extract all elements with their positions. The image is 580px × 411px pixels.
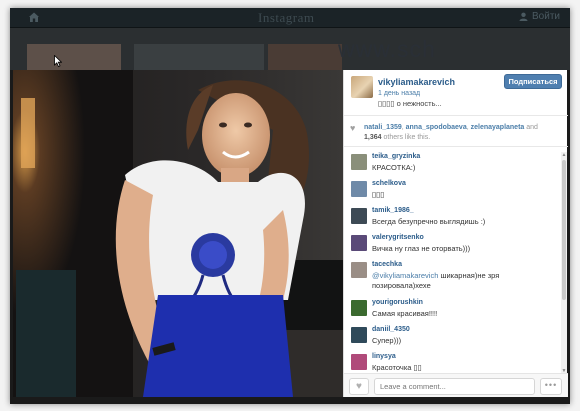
login-link[interactable]: Войти	[519, 11, 560, 22]
likes-summary: natali_1359, anna_spodobaeva, zelenayapl…	[364, 124, 538, 141]
mouse-cursor-icon	[54, 55, 62, 67]
liker-username[interactable]: zelenayaplaneta	[471, 124, 525, 131]
comment-item: linysya Красоточка ▯▯	[344, 352, 560, 372]
likes-suffix: others like this.	[383, 134, 431, 141]
commenter-avatar[interactable]	[351, 262, 367, 278]
comment-item: tamik_1986_ Всегда безупречно выглядишь …	[344, 206, 560, 233]
likes-count[interactable]: 1,364	[364, 134, 382, 141]
commenter-username[interactable]: yourigorushkin	[372, 299, 423, 306]
feed-thumbnail	[134, 44, 264, 70]
site-watermark: www.sch	[338, 36, 436, 62]
heart-icon: ♥	[350, 123, 356, 133]
feed-thumbnail	[268, 44, 342, 70]
home-icon[interactable]	[28, 11, 40, 23]
commenter-avatar[interactable]	[351, 300, 367, 316]
comment-text: Супер)))	[372, 336, 402, 345]
comment-text: Вичка ну глаз не оторвать)))	[372, 244, 471, 253]
scroll-up-arrow-icon[interactable]: ▲	[561, 152, 567, 158]
like-button[interactable]: ♥	[349, 378, 369, 395]
commenter-username[interactable]: daniil_4350	[372, 326, 410, 333]
follow-button[interactable]: Подписаться	[504, 74, 562, 89]
likes-section: ♥ natali_1359, anna_spodobaeva, zelenaya…	[344, 117, 568, 147]
screenshot-frame: Instagram Войти www.sch vikyliamakarevic…	[0, 0, 580, 411]
author-avatar[interactable]	[351, 76, 373, 98]
commenter-username[interactable]: valerygritsenko	[372, 234, 424, 241]
commenter-avatar[interactable]	[351, 327, 367, 343]
likes-and: and	[526, 124, 538, 131]
post-caption: ▯▯▯▯ o нежность...	[378, 99, 442, 108]
commenter-avatar[interactable]	[351, 181, 367, 197]
mention-link[interactable]: @vikyliamakarevich	[372, 271, 438, 280]
comment-item: tacechka @vikyliamakarevich шикарная)не …	[344, 260, 560, 298]
comment-item: schelkova ▯▯▯	[344, 179, 560, 206]
commenter-avatar[interactable]	[351, 154, 367, 170]
post-details-panel: vikyliamakarevich Подписаться 1 день наз…	[343, 70, 568, 397]
user-icon	[519, 12, 528, 21]
comment-input[interactable]	[374, 378, 535, 395]
liker-username[interactable]: natali_1359	[364, 124, 402, 131]
heart-icon: ♥	[356, 381, 362, 392]
comment-item: yourigorushkin Самая красивая!!!!	[344, 298, 560, 325]
comment-text: Красоточка ▯▯	[372, 363, 422, 372]
commenter-avatar[interactable]	[351, 235, 367, 251]
commenter-avatar[interactable]	[351, 354, 367, 370]
comment-text: ▯▯▯	[372, 190, 385, 199]
author-username[interactable]: vikyliamakarevich	[378, 77, 455, 87]
comments-list: teika_gryzinka КРАСОТКА:) schelkova ▯▯▯ …	[344, 152, 560, 372]
comment-text: КРАСОТКА:)	[372, 163, 416, 172]
post-header: vikyliamakarevich Подписаться 1 день наз…	[344, 70, 568, 116]
commenter-username[interactable]: teika_gryzinka	[372, 153, 420, 160]
comments-scrollbar[interactable]: ▲ ▼	[561, 152, 567, 374]
commenter-username[interactable]: schelkova	[372, 180, 406, 187]
commenter-username[interactable]: tamik_1986_	[372, 207, 414, 214]
commenter-avatar[interactable]	[351, 208, 367, 224]
comment-bar: ♥ •••	[344, 373, 568, 397]
comment-item: teika_gryzinka КРАСОТКА:)	[344, 152, 560, 179]
comment-text: Всегда безупречно выглядишь :)	[372, 217, 486, 226]
photo-illustration	[13, 70, 343, 397]
comment-text: @vikyliamakarevich шикарная)не зря позир…	[372, 271, 556, 291]
comment-item: valerygritsenko Вичка ну глаз не оторват…	[344, 233, 560, 260]
comment-item: daniil_4350 Супер)))	[344, 325, 560, 352]
scrollbar-thumb[interactable]	[562, 160, 566, 300]
post-timestamp[interactable]: 1 день назад	[378, 90, 420, 97]
commenter-username[interactable]: tacechka	[372, 261, 402, 268]
liker-username[interactable]: anna_spodobaeva	[406, 124, 467, 131]
comment-text: Самая красивая!!!!	[372, 309, 438, 318]
feed-thumbnail	[27, 44, 121, 70]
commenter-username[interactable]: linysya	[372, 353, 396, 360]
more-options-button[interactable]: •••	[540, 378, 562, 395]
top-navigation-bar: Instagram Войти	[10, 8, 570, 28]
post-photo[interactable]	[13, 70, 343, 397]
instagram-logo[interactable]: Instagram	[258, 10, 314, 26]
login-label: Войти	[532, 11, 560, 22]
